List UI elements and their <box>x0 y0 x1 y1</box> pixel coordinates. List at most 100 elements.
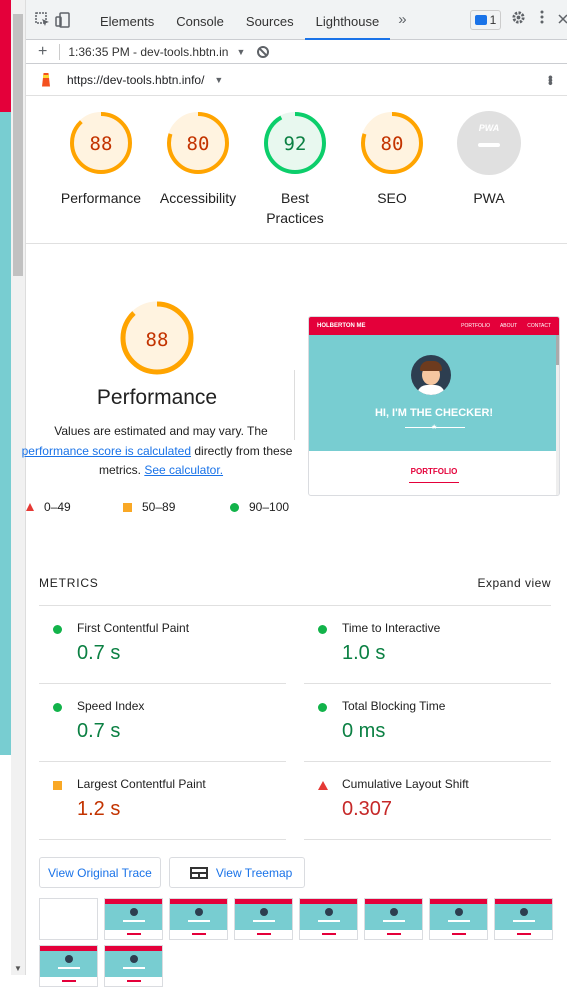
page-hero-strip <box>0 112 11 755</box>
category-gauges: 88 Performance 80 Accessibility 92 Best … <box>26 96 567 244</box>
settings-gear-icon[interactable] <box>511 10 526 30</box>
gauge-seo[interactable]: 80 SEO <box>337 110 447 208</box>
screenshot-nav-item: CONTACT <box>527 323 551 329</box>
expand-view-toggle[interactable]: Expand view <box>477 576 551 605</box>
legend-range: 0–49 <box>44 500 71 514</box>
metric-name: Time to Interactive <box>342 621 441 635</box>
filmstrip-frame <box>494 898 553 940</box>
gauge-ring: 80 <box>361 112 423 174</box>
pass-circle-icon <box>230 502 239 512</box>
gauge-score: 80 <box>381 133 404 155</box>
report-dropdown-icon[interactable]: ▼ <box>236 47 245 57</box>
gauge-label: Accessibility <box>159 190 237 206</box>
page-scrollbar-thumb[interactable] <box>13 14 23 276</box>
performance-title: Performance <box>96 386 218 409</box>
metric-value: 0.7 s <box>77 720 121 742</box>
filmstrip-frame <box>364 898 423 940</box>
tab-console[interactable]: Console <box>165 0 235 40</box>
devtools-panel: Elements Console Sources Lighthouse » 1 … <box>22 0 567 987</box>
metrics-section: METRICS Expand view First Contentful Pai… <box>39 576 551 840</box>
issues-badge[interactable]: 1 <box>469 9 502 30</box>
button-label: View Original Trace <box>48 865 152 880</box>
metric-time-to-interactive: Time to Interactive 1.0 s <box>304 606 551 684</box>
gauge-label: SEO <box>377 190 407 206</box>
tab-lighthouse[interactable]: Lighthouse <box>304 0 391 40</box>
screenshot-nav-item: ABOUT <box>499 323 518 329</box>
gauge-performance[interactable]: 88 Performance <box>46 110 156 208</box>
tab-elements[interactable]: Elements <box>89 0 165 40</box>
legend-range: 50–89 <box>142 500 176 514</box>
report-menu-icon[interactable]: ••• <box>543 75 559 84</box>
avatar <box>411 355 451 395</box>
legend-range: 90–100 <box>249 500 290 514</box>
url-dropdown-icon[interactable]: ▼ <box>214 75 223 85</box>
page-header-strip <box>0 0 11 112</box>
filmstrip-frame <box>299 898 358 940</box>
gauge-score: 88 <box>90 133 113 155</box>
gauge-accessibility[interactable]: 80 Accessibility <box>143 110 253 208</box>
button-label: View Treemap <box>215 865 293 880</box>
new-report-plus-icon[interactable]: + <box>38 43 47 61</box>
pass-circle-icon <box>53 625 62 634</box>
screenshot-brand: HOLBERTON ME <box>317 323 366 329</box>
screenshot-hero-text: HI, I'M THE CHECKER! <box>374 407 494 419</box>
average-square-icon <box>123 502 132 512</box>
lighthouse-logo-icon <box>39 71 53 89</box>
metric-name: Speed Index <box>77 699 145 713</box>
gauge-label: PWA <box>473 190 505 206</box>
filmstrip-frame <box>104 898 163 940</box>
performance-score: 88 <box>146 329 169 351</box>
tab-sources[interactable]: Sources <box>235 0 305 40</box>
metric-cumulative-layout-shift: Cumulative Layout Shift 0.307 <box>304 762 551 840</box>
gauge-ring: 80 <box>167 112 229 174</box>
report-selector[interactable]: 1:36:35 PM - dev-tools.hbtn.in <box>68 45 228 59</box>
customize-menu-icon[interactable] <box>540 10 544 29</box>
gauge-label: Performance <box>60 190 142 206</box>
legend-pass: 90–100 <box>230 500 289 514</box>
screenshot-header: HOLBERTON ME PORTFOLIO ABOUT CONTACT <box>309 317 559 335</box>
gauge-ring: 88 <box>70 112 132 174</box>
metric-name: Largest Contentful Paint <box>77 777 206 791</box>
view-original-trace-button[interactable]: View Original Trace <box>39 857 161 888</box>
star-icon: ★ <box>431 424 438 431</box>
metric-name: Cumulative Layout Shift <box>342 777 469 791</box>
more-tabs-button[interactable]: » <box>390 11 414 28</box>
scroll-down-arrow-icon[interactable]: ▼ <box>14 964 22 973</box>
screenshot-section-title: PORTFOLIO <box>410 467 458 476</box>
metric-name: First Contentful Paint <box>77 621 190 635</box>
filmstrip-frame <box>429 898 488 940</box>
gauge-best-practices[interactable]: 92 Best Practices <box>240 110 350 228</box>
metric-value: 0.307 <box>342 798 393 820</box>
clear-reports-icon[interactable] <box>257 45 270 58</box>
see-calculator-link[interactable]: See calculator. <box>144 463 223 477</box>
section-divider <box>294 370 295 440</box>
device-toolbar-icon[interactable] <box>55 9 71 31</box>
view-treemap-button[interactable]: View Treemap <box>168 857 306 888</box>
note-text: Values are estimated and may vary. The <box>54 424 268 438</box>
metric-total-blocking-time: Total Blocking Time 0 ms <box>304 684 551 762</box>
page-edge <box>0 0 11 975</box>
score-calculated-link[interactable]: performance score is calculated <box>22 444 191 458</box>
inspect-element-icon[interactable] <box>35 9 51 31</box>
filmstrip-frame <box>169 898 228 940</box>
filmstrip-frame <box>39 945 98 987</box>
report-url[interactable]: https://dev-tools.hbtn.info/ <box>67 73 204 87</box>
final-screenshot[interactable]: HOLBERTON ME PORTFOLIO ABOUT CONTACT HI,… <box>308 316 560 496</box>
page-scrollbar[interactable]: ▼ <box>11 0 26 975</box>
close-devtools-icon[interactable] <box>558 11 567 29</box>
filmstrip-frame <box>234 898 293 940</box>
gauge-score: 80 <box>187 133 210 155</box>
screenshot-hero: HI, I'M THE CHECKER! ★ <box>309 335 559 451</box>
screenshot-nav-item: PORTFOLIO <box>461 323 490 329</box>
gauge-pwa[interactable]: PWA PWA <box>434 110 544 208</box>
metrics-title: METRICS <box>39 576 99 590</box>
metric-value: 1.0 s <box>342 642 386 664</box>
metrics-grid: First Contentful Paint 0.7 s Time to Int… <box>39 606 551 840</box>
gauge-score: 92 <box>284 133 307 155</box>
legend-average: 50–89 <box>123 500 175 514</box>
metric-name: Total Blocking Time <box>342 699 446 713</box>
toolbar-divider <box>59 43 61 60</box>
gauge-ring: 92 <box>264 112 326 174</box>
metrics-header: METRICS Expand view <box>39 576 551 606</box>
pwa-badge-text: PWA <box>479 123 500 133</box>
